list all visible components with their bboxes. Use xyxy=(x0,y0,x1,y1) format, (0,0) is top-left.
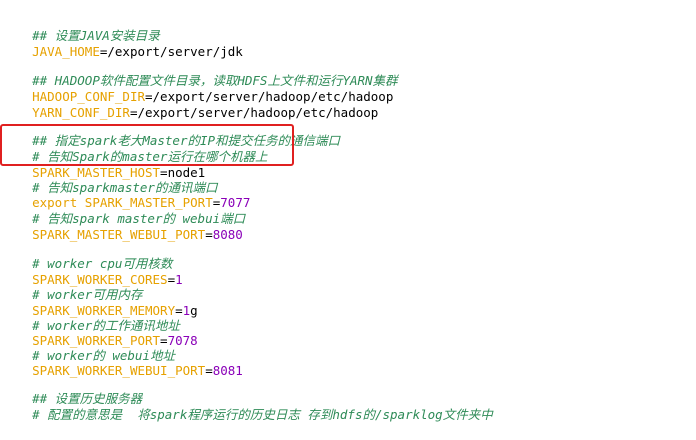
code-line-4: HADOOP_CONF_DIR=/export/server/hadoop/et… xyxy=(2,71,393,104)
equals-sign: = xyxy=(205,363,213,378)
code-line-1: ## 设置JAVA安装目录 xyxy=(2,10,160,43)
comment-text: # 配置的意思是 将spark程序运行的历史日志 存到hdfs的/sparklo… xyxy=(32,407,493,422)
code-line-22: # 配置的意思是 将spark程序运行的历史日志 存到hdfs的/sparklo… xyxy=(2,389,493,422)
variable-value: 8081 xyxy=(212,363,243,378)
code-line-13: # worker cpu可用核数 xyxy=(2,238,172,271)
code-line-20: SPARK_WORKER_WEBUI_PORT=8081 xyxy=(2,345,243,378)
code-line-10: export SPARK_MASTER_PORT=7077 xyxy=(2,177,250,210)
code-editor[interactable]: ## 设置JAVA安装目录 JAVA_HOME=/export/server/j… xyxy=(0,0,696,422)
code-line-21: ## 设置历史服务器 xyxy=(2,373,142,406)
code-line-5: YARN_CONF_DIR=/export/server/hadoop/etc/… xyxy=(2,87,378,120)
equals-sign: = xyxy=(205,227,213,242)
variable-value: 8080 xyxy=(212,227,243,242)
code-line-2: JAVA_HOME=/export/server/jdk xyxy=(2,26,243,59)
code-line-12: SPARK_MASTER_WEBUI_PORT=8080 xyxy=(2,209,243,242)
code-line-11: # 告知spark master的 webui端口 xyxy=(2,193,245,226)
code-line-3: ## HADOOP软件配置文件目录，读取HDFS上文件和运行YARN集群 xyxy=(2,55,397,88)
code-line-15: # worker可用内存 xyxy=(2,269,142,302)
code-line-7: # 告知Spark的master运行在哪个机器上 xyxy=(2,131,267,164)
code-line-6: ## 指定spark老大Master的IP和提交任务的通信端口 xyxy=(2,115,340,148)
